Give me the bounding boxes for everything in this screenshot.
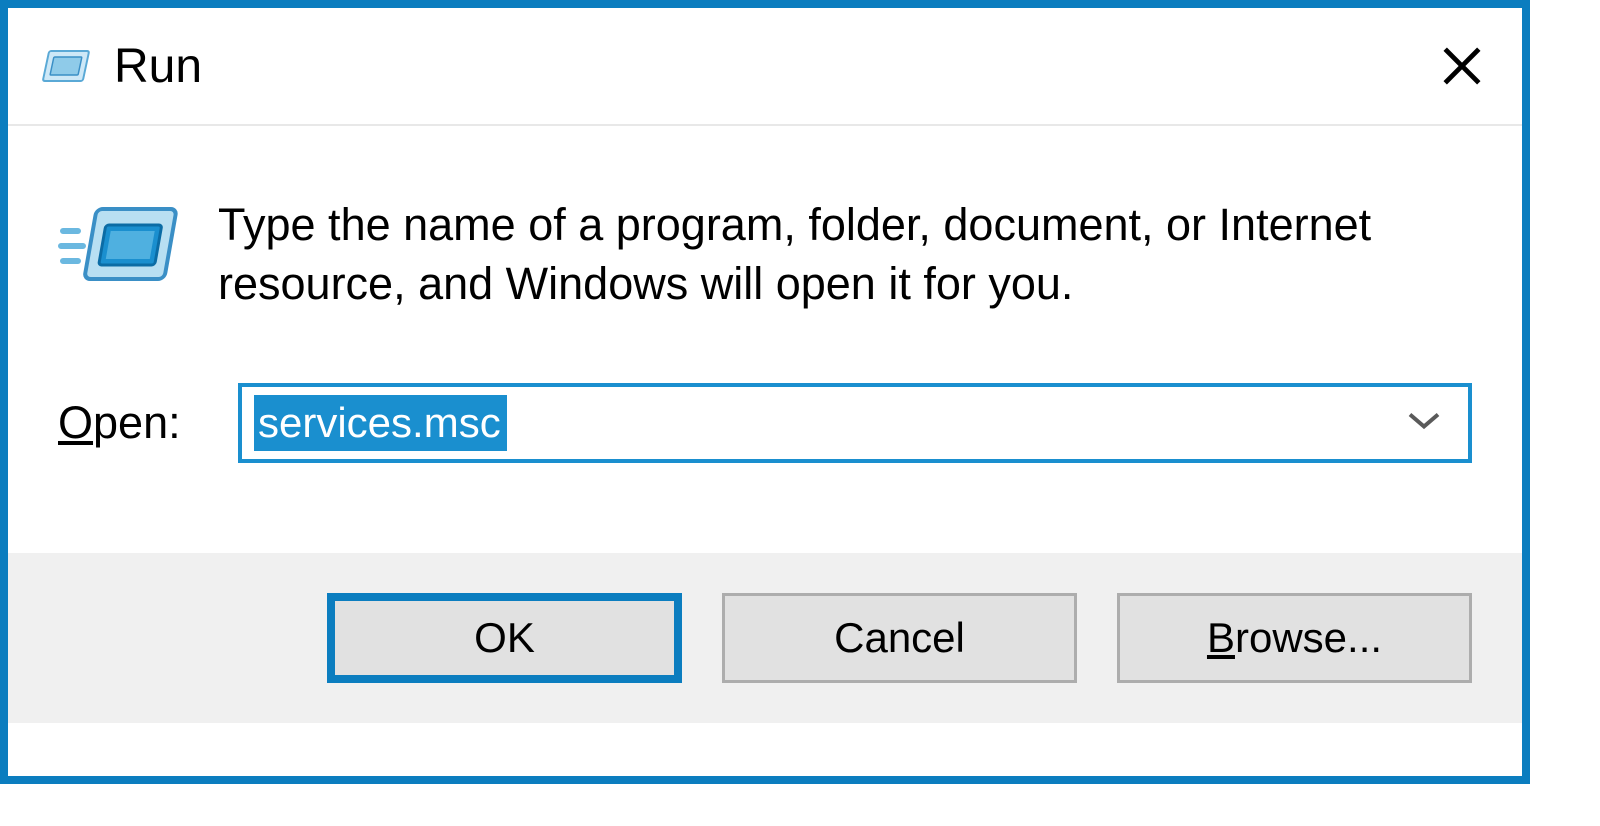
browse-button[interactable]: Browse... [1117, 593, 1472, 683]
button-bar: OK Cancel Browse... [8, 553, 1522, 723]
close-icon [1438, 42, 1486, 90]
open-input-selected-text: services.msc [254, 395, 507, 451]
open-combobox[interactable]: services.msc [238, 383, 1472, 463]
ok-button[interactable]: OK [327, 593, 682, 683]
description-text: Type the name of a program, folder, docu… [218, 196, 1472, 313]
open-label: Open: [58, 397, 208, 449]
titlebar: Run [8, 8, 1522, 126]
cancel-button[interactable]: Cancel [722, 593, 1077, 683]
dialog-title: Run [114, 39, 1432, 94]
close-button[interactable] [1432, 36, 1492, 96]
run-titlebar-icon [38, 47, 90, 85]
description-row: Type the name of a program, folder, docu… [58, 196, 1472, 313]
run-program-icon [58, 201, 178, 291]
open-input-row: Open: services.msc [58, 383, 1472, 463]
run-dialog: Run [0, 0, 1530, 784]
dialog-content: Type the name of a program, folder, docu… [8, 126, 1522, 553]
chevron-down-icon [1404, 409, 1444, 438]
